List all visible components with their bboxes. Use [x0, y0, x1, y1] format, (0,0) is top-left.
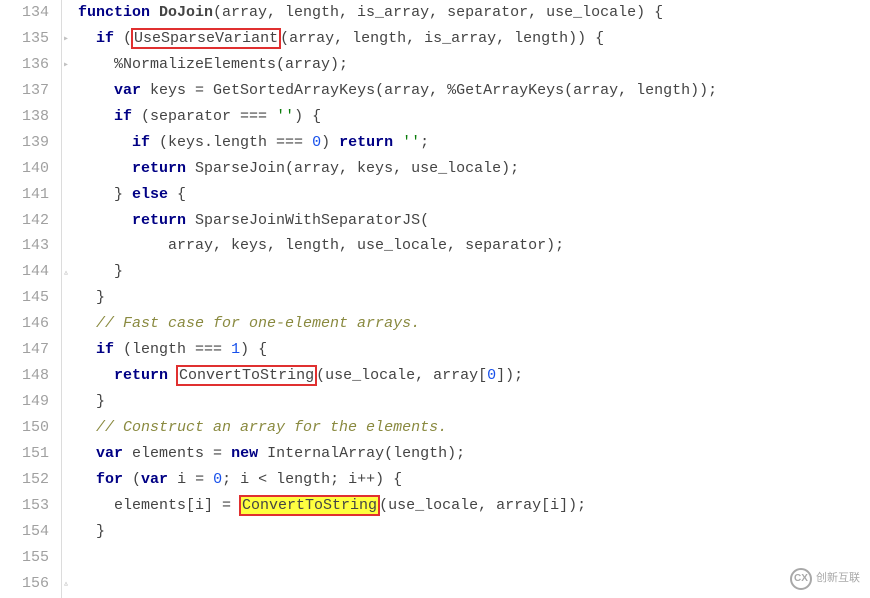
fold-marker[interactable]: ▸	[63, 35, 69, 45]
line-number: 135	[0, 26, 57, 52]
fold-column: ▸ ▸ ▵ ▵	[62, 0, 76, 598]
code-area[interactable]: function DoJoin(array, length, is_array,…	[76, 0, 717, 598]
code-line[interactable]: }	[78, 285, 717, 311]
line-number: 147	[0, 337, 57, 363]
line-number: 145	[0, 285, 57, 311]
line-number: 143	[0, 233, 57, 259]
fold-marker[interactable]: ▵	[63, 269, 69, 279]
line-number: 150	[0, 415, 57, 441]
fold-marker[interactable]: ▸	[63, 61, 69, 71]
line-number: 149	[0, 389, 57, 415]
line-number-gutter: 1341351361371381391401411421431441451461…	[0, 0, 62, 598]
code-line[interactable]: if (keys.length === 0) return '';	[78, 130, 717, 156]
line-number: 134	[0, 0, 57, 26]
line-number: 156	[0, 571, 57, 597]
code-line[interactable]: // Fast case for one-element arrays.	[78, 311, 717, 337]
code-line[interactable]: var keys = GetSortedArrayKeys(array, %Ge…	[78, 78, 717, 104]
code-line[interactable]: }	[78, 519, 717, 545]
line-number: 139	[0, 130, 57, 156]
line-number: 152	[0, 467, 57, 493]
highlighted-identifier: UseSparseVariant	[131, 28, 281, 49]
code-line[interactable]: elements[i] = ConvertToString(use_locale…	[78, 493, 717, 519]
line-number: 148	[0, 363, 57, 389]
code-line[interactable]: } else {	[78, 182, 717, 208]
line-number: 146	[0, 311, 57, 337]
line-number: 138	[0, 104, 57, 130]
code-line[interactable]: array, keys, length, use_locale, separat…	[78, 233, 717, 259]
code-line[interactable]: return SparseJoin(array, keys, use_local…	[78, 156, 717, 182]
code-line[interactable]: %NormalizeElements(array);	[78, 52, 717, 78]
code-line[interactable]: return SparseJoinWithSeparatorJS(	[78, 208, 717, 234]
line-number: 136	[0, 52, 57, 78]
code-line[interactable]: if (separator === '') {	[78, 104, 717, 130]
line-number: 151	[0, 441, 57, 467]
code-line[interactable]: if (length === 1) {	[78, 337, 717, 363]
line-number: 154	[0, 519, 57, 545]
code-line[interactable]: return ConvertToString(use_locale, array…	[78, 363, 717, 389]
line-number: 140	[0, 156, 57, 182]
code-editor: 1341351361371381391401411421431441451461…	[0, 0, 870, 598]
line-number: 142	[0, 208, 57, 234]
watermark: CX 创新互联	[790, 568, 860, 590]
watermark-icon: CX	[790, 568, 812, 590]
fold-marker[interactable]: ▵	[63, 580, 69, 590]
code-line[interactable]: // Construct an array for the elements.	[78, 415, 717, 441]
code-line[interactable]: if (UseSparseVariant(array, length, is_a…	[78, 26, 717, 52]
line-number: 137	[0, 78, 57, 104]
line-number: 141	[0, 182, 57, 208]
code-line[interactable]: }	[78, 259, 717, 285]
code-line[interactable]: var elements = new InternalArray(length)…	[78, 441, 717, 467]
code-line[interactable]: function DoJoin(array, length, is_array,…	[78, 0, 717, 26]
highlighted-identifier: ConvertToString	[239, 495, 380, 516]
code-line[interactable]: }	[78, 389, 717, 415]
watermark-text: 创新互联	[816, 569, 860, 588]
highlighted-identifier: ConvertToString	[176, 365, 317, 386]
line-number: 144	[0, 259, 57, 285]
code-line[interactable]: for (var i = 0; i < length; i++) {	[78, 467, 717, 493]
line-number: 155	[0, 545, 57, 571]
line-number: 153	[0, 493, 57, 519]
